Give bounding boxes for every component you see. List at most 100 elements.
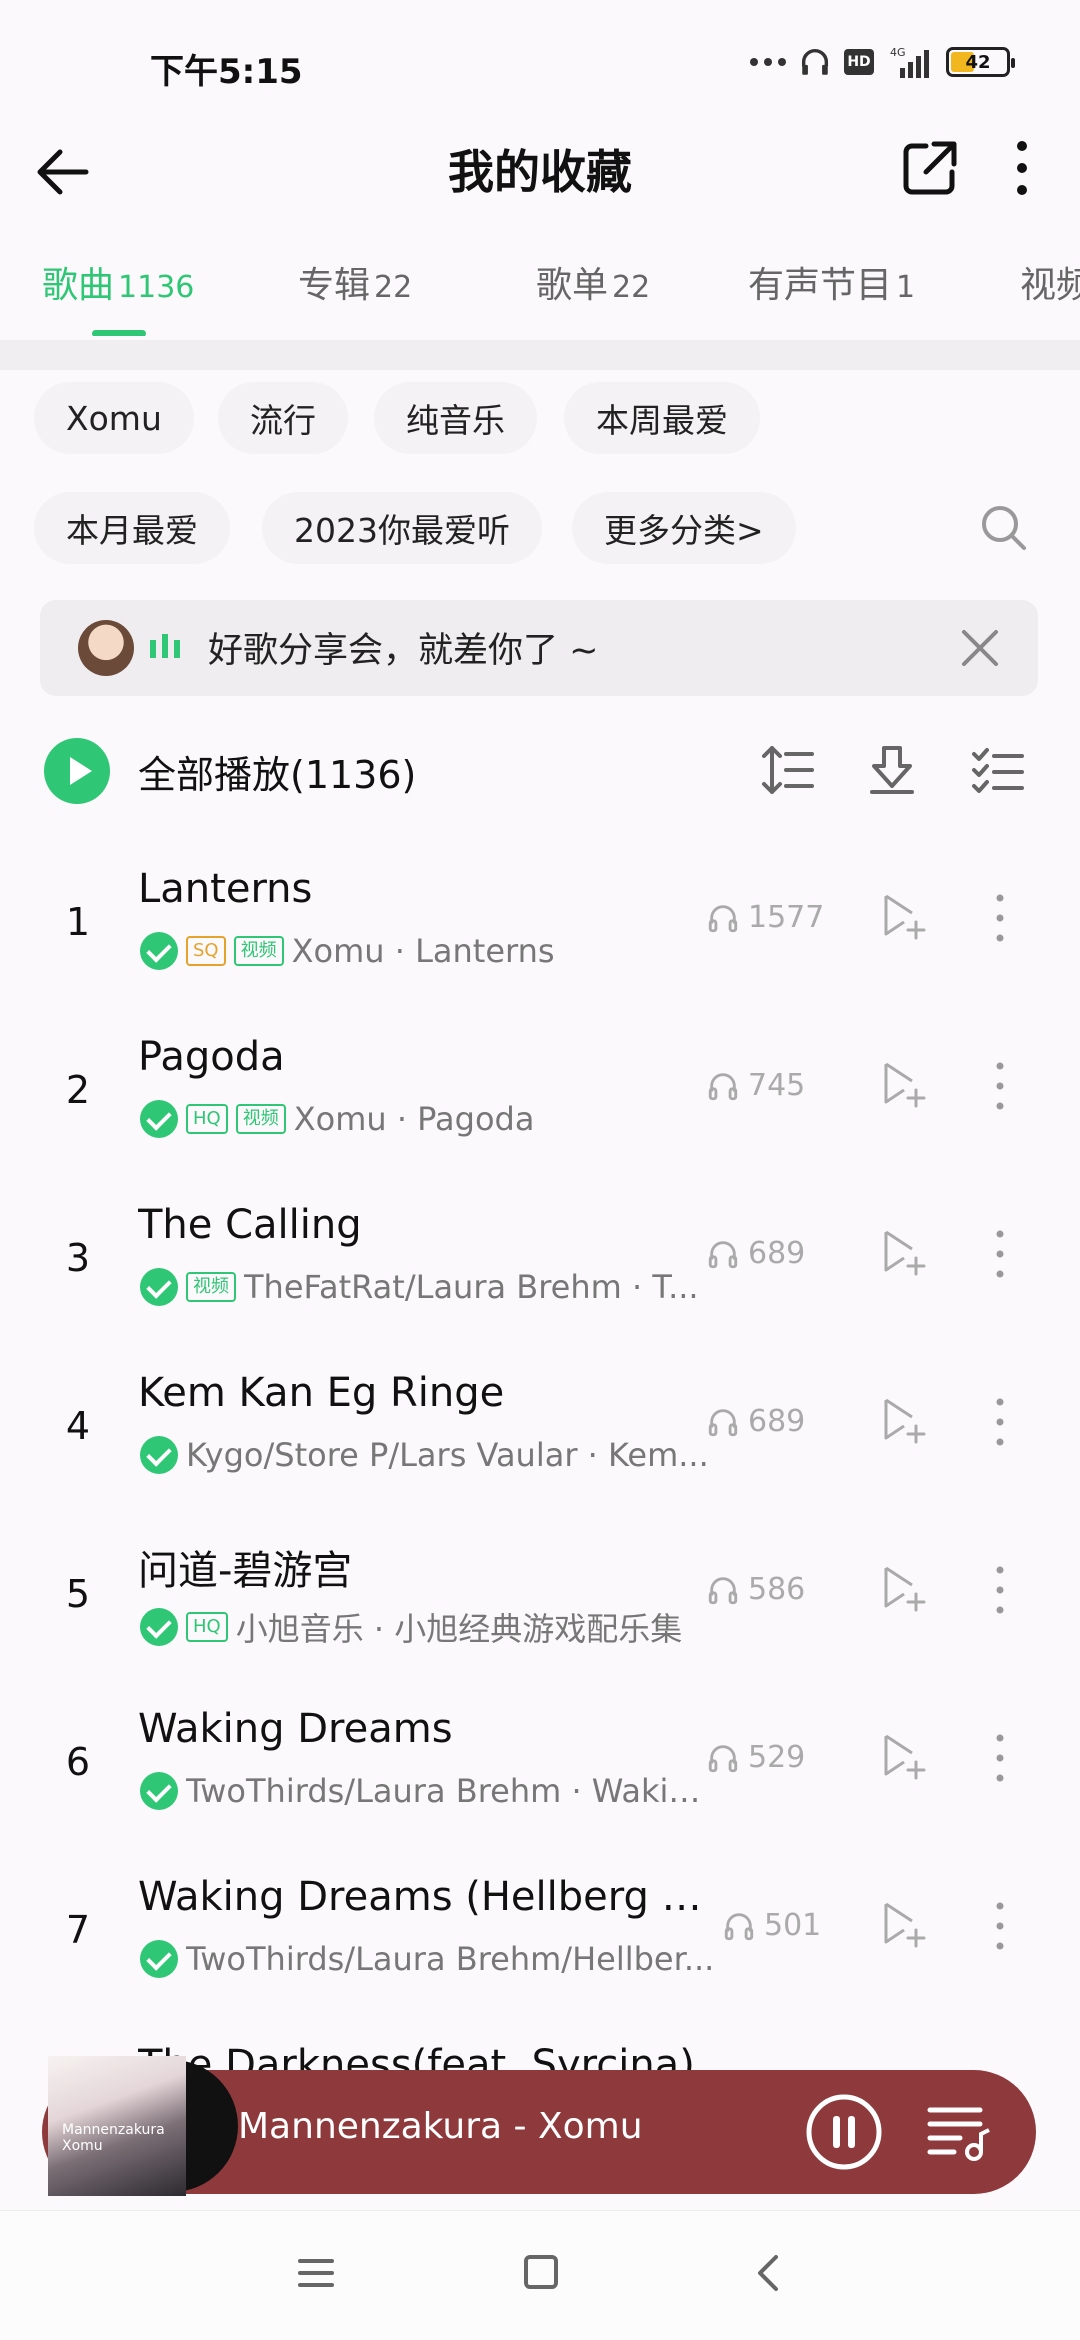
checkmark-icon xyxy=(140,932,178,970)
chip-xomu[interactable]: Xomu xyxy=(34,382,194,454)
album-cover: Mannenzakura Xomu xyxy=(48,2056,186,2196)
song-row[interactable]: 7 Waking Dreams (Hellberg R... TwoThirds… xyxy=(0,1856,1080,2024)
play-count: 501 xyxy=(722,1908,821,1943)
song-meta: HQ 视频 Xomu · Pagoda xyxy=(140,1100,534,1138)
song-meta: TwoThirds/Laura Brehm/Hellber... xyxy=(140,1940,714,1978)
song-meta: TwoThirds/Laura Brehm · Wakin... xyxy=(140,1772,715,1810)
svg-text:4G: 4G xyxy=(890,46,906,59)
song-row[interactable]: 4 Kem Kan Eg Ringe Kygo/Store P/Lars Vau… xyxy=(0,1352,1080,1520)
song-artist: TheFatRat/Laura Brehm · T... xyxy=(244,1268,699,1306)
chip-instrumental[interactable]: 纯音乐 xyxy=(374,382,537,454)
more-vertical-icon[interactable] xyxy=(1002,136,1042,200)
video-tag[interactable]: 视频 xyxy=(233,936,284,966)
more-vertical-icon[interactable] xyxy=(990,1058,1010,1114)
add-to-playlist-icon[interactable] xyxy=(878,1056,928,1112)
play-count: 745 xyxy=(706,1068,805,1103)
equalizer-icon xyxy=(150,634,180,658)
section-divider xyxy=(0,340,1080,370)
close-icon[interactable] xyxy=(958,626,1002,670)
song-title: Pagoda xyxy=(138,1034,285,1080)
add-to-playlist-icon[interactable] xyxy=(878,1224,928,1280)
add-to-playlist-icon[interactable] xyxy=(878,1728,928,1784)
home-icon[interactable] xyxy=(524,2255,558,2289)
song-index: 7 xyxy=(65,1908,91,1952)
more-vertical-icon[interactable] xyxy=(990,1730,1010,1786)
tab-albums[interactable]: 专辑 22 xyxy=(298,256,412,308)
song-row[interactable]: 1 Lanterns SQ 视频 Xomu · Lanterns 1577 xyxy=(0,848,1080,1016)
tab-songs[interactable]: 歌曲 1136 xyxy=(42,256,194,308)
play-all-label[interactable]: 全部播放(1136) xyxy=(138,744,416,799)
status-bar: 下午5:15 HD 4G 42 xyxy=(0,0,1080,120)
headphones-icon xyxy=(708,1072,738,1100)
song-title: Waking Dreams xyxy=(138,1706,453,1752)
banner-text: 好歌分享会，就差你了 ~ xyxy=(208,631,599,671)
pause-icon[interactable] xyxy=(804,2092,884,2172)
tab-videos[interactable]: 视频 xyxy=(1020,256,1080,308)
chip-more-categories[interactable]: 更多分类> xyxy=(572,492,796,564)
tab-bar: 歌曲 1136 专辑 22 歌单 22 有声节目 1 视频 xyxy=(0,246,1080,336)
add-to-playlist-icon[interactable] xyxy=(878,1392,928,1448)
search-icon[interactable] xyxy=(976,500,1032,556)
play-all-row: 全部播放(1136) xyxy=(0,730,1080,810)
checkmark-icon xyxy=(140,1608,178,1646)
chip-2023-favorite[interactable]: 2023你最爱听 xyxy=(262,492,542,564)
add-to-playlist-icon[interactable] xyxy=(878,888,928,944)
tab-playlists[interactable]: 歌单 22 xyxy=(536,256,650,308)
song-meta: 视频 TheFatRat/Laura Brehm · T... xyxy=(140,1268,699,1306)
song-index: 3 xyxy=(65,1236,91,1280)
more-vertical-icon[interactable] xyxy=(990,1562,1010,1618)
chevron-left-icon[interactable] xyxy=(754,2253,784,2293)
song-title: Waking Dreams (Hellberg R... xyxy=(138,1874,718,1920)
play-count: 586 xyxy=(706,1572,805,1607)
song-index: 5 xyxy=(65,1572,91,1616)
song-meta: HQ 小旭音乐 · 小旭经典游戏配乐集 xyxy=(140,1604,682,1650)
song-artist: Xomu · Pagoda xyxy=(293,1100,535,1138)
now-playing-title[interactable]: Mannenzakura - Xomu xyxy=(238,2106,643,2147)
more-vertical-icon[interactable] xyxy=(990,1394,1010,1450)
song-row[interactable]: 6 Waking Dreams TwoThirds/Laura Brehm · … xyxy=(0,1688,1080,1856)
sort-icon[interactable] xyxy=(758,740,818,800)
song-title: Lanterns xyxy=(138,866,313,912)
song-meta: SQ 视频 Xomu · Lanterns xyxy=(140,932,555,970)
menu-icon[interactable] xyxy=(296,2255,336,2291)
headphones-icon xyxy=(724,1912,754,1940)
checkmark-icon xyxy=(140,1100,178,1138)
video-tag[interactable]: 视频 xyxy=(186,1272,236,1302)
download-icon[interactable] xyxy=(862,740,922,800)
more-dots-icon xyxy=(750,58,786,66)
tab-indicator xyxy=(92,330,146,336)
more-vertical-icon[interactable] xyxy=(990,1898,1010,1954)
quality-tag: HQ xyxy=(186,1612,228,1642)
video-tag[interactable]: 视频 xyxy=(235,1104,286,1134)
album-art[interactable]: Mannenzakura Xomu xyxy=(46,2056,238,2196)
chip-month-favorite[interactable]: 本月最爱 xyxy=(34,492,230,564)
more-vertical-icon[interactable] xyxy=(990,890,1010,946)
external-share-icon[interactable] xyxy=(898,136,962,200)
song-artist: TwoThirds/Laura Brehm · Wakin... xyxy=(186,1772,715,1810)
chip-week-favorite[interactable]: 本周最爱 xyxy=(564,382,760,454)
song-row[interactable]: 3 The Calling 视频 TheFatRat/Laura Brehm ·… xyxy=(0,1184,1080,1352)
multi-select-icon[interactable] xyxy=(968,740,1028,800)
status-time: 下午5:15 xyxy=(150,52,303,92)
play-icon[interactable] xyxy=(44,738,110,804)
more-vertical-icon[interactable] xyxy=(990,1226,1010,1282)
add-to-playlist-icon[interactable] xyxy=(878,1560,928,1616)
song-title: 问道-碧游宫 xyxy=(138,1548,353,1594)
add-to-playlist-icon[interactable] xyxy=(878,1896,928,1952)
chip-pop[interactable]: 流行 xyxy=(218,382,348,454)
headphones-icon xyxy=(708,1576,738,1604)
tab-audio-programs[interactable]: 有声节目 1 xyxy=(748,256,915,308)
song-row[interactable]: 2 Pagoda HQ 视频 Xomu · Pagoda 745 xyxy=(0,1016,1080,1184)
battery-level: 42 xyxy=(965,51,991,73)
song-meta: Kygo/Store P/Lars Vaular · Kem... xyxy=(140,1436,709,1474)
playlist-queue-icon[interactable] xyxy=(922,2096,992,2166)
status-icons: HD 4G 42 xyxy=(750,44,1015,80)
headphones-icon xyxy=(801,49,829,75)
share-banner[interactable]: 好歌分享会，就差你了 ~ xyxy=(40,600,1038,696)
song-artist: 小旭音乐 · 小旭经典游戏配乐集 xyxy=(235,1610,683,1648)
song-title: The Calling xyxy=(138,1202,362,1248)
song-index: 1 xyxy=(65,900,91,944)
play-count: 1577 xyxy=(706,900,824,935)
mini-player[interactable]: Mannenzakura Xomu Mannenzakura - Xomu xyxy=(42,2056,1036,2196)
song-row[interactable]: 5 问道-碧游宫 HQ 小旭音乐 · 小旭经典游戏配乐集 586 xyxy=(0,1520,1080,1688)
